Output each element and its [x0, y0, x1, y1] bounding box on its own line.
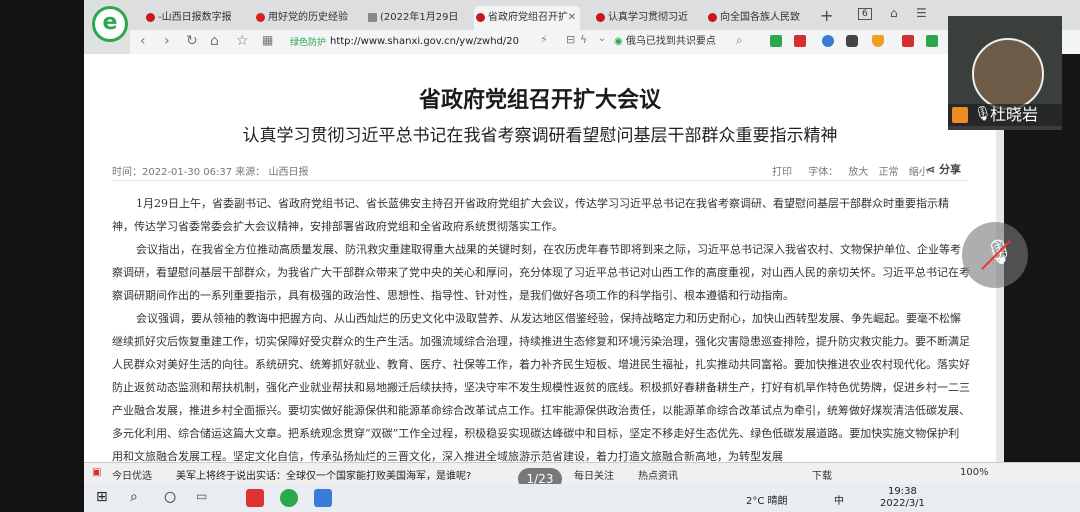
article-paragraph: 1月29日上午，省委副书记、省政府党组书记、省长蓝佛安主持召开省政府党组扩大会议… [112, 197, 949, 233]
news-bar: ▣ 今日优选 美军上将终于说出实话：全球仅一个国家能打败美国海军，是谁呢? 每日… [84, 462, 1080, 485]
hot-news-link[interactable]: 热点资讯 [638, 467, 678, 482]
task-view-icon[interactable]: ○ [164, 489, 182, 507]
avatar [972, 38, 1044, 110]
browser-taskbar-icon[interactable] [280, 489, 298, 507]
news-headline-link[interactable]: 美军上将终于说出实话：全球仅一个国家能打败美国海军，是谁呢? [176, 467, 471, 482]
gift-icon: ▣ [92, 467, 102, 478]
wps-icon[interactable] [246, 489, 264, 507]
news-bar-label[interactable]: 今日优选 [112, 467, 152, 482]
article-body-clip: 1月29日上午，省委副书记、省政府党组书记、省长蓝佛安主持召开省政府党组扩大会议… [0, 0, 1080, 462]
ime-indicator[interactable]: 中 [834, 492, 844, 507]
windows-start-icon[interactable]: ⊞ [96, 489, 114, 507]
weather-info[interactable]: 2°C 晴朗 [746, 492, 788, 507]
download-button[interactable]: 下载 [812, 467, 832, 482]
taskbar-app-icon[interactable]: ▭ [196, 489, 214, 507]
search-icon[interactable]: ⌕ [130, 489, 148, 507]
clock-date[interactable]: 2022/3/1 [880, 498, 925, 509]
article-paragraph: 会议强调，要从领袖的教诲中把握方向、从山西灿烂的历史文化中汲取营养、从发达地区借… [112, 312, 970, 462]
daily-focus-link[interactable]: 每日关注 [574, 467, 614, 482]
clock-time[interactable]: 19:38 [888, 486, 917, 497]
mute-button[interactable]: 🎙 [962, 222, 1028, 288]
user-icon [952, 107, 968, 123]
article-paragraph: 会议指出，在我省全方位推动高质量发展、防汛救灾重建取得重大战果的关键时刻，在农历… [112, 243, 970, 302]
zoom-level[interactable]: 100% [960, 467, 989, 478]
participant-name: 杜晓岩 [990, 105, 1039, 124]
taskbar-app-icon[interactable] [314, 489, 332, 507]
windows-taskbar [84, 484, 1080, 512]
